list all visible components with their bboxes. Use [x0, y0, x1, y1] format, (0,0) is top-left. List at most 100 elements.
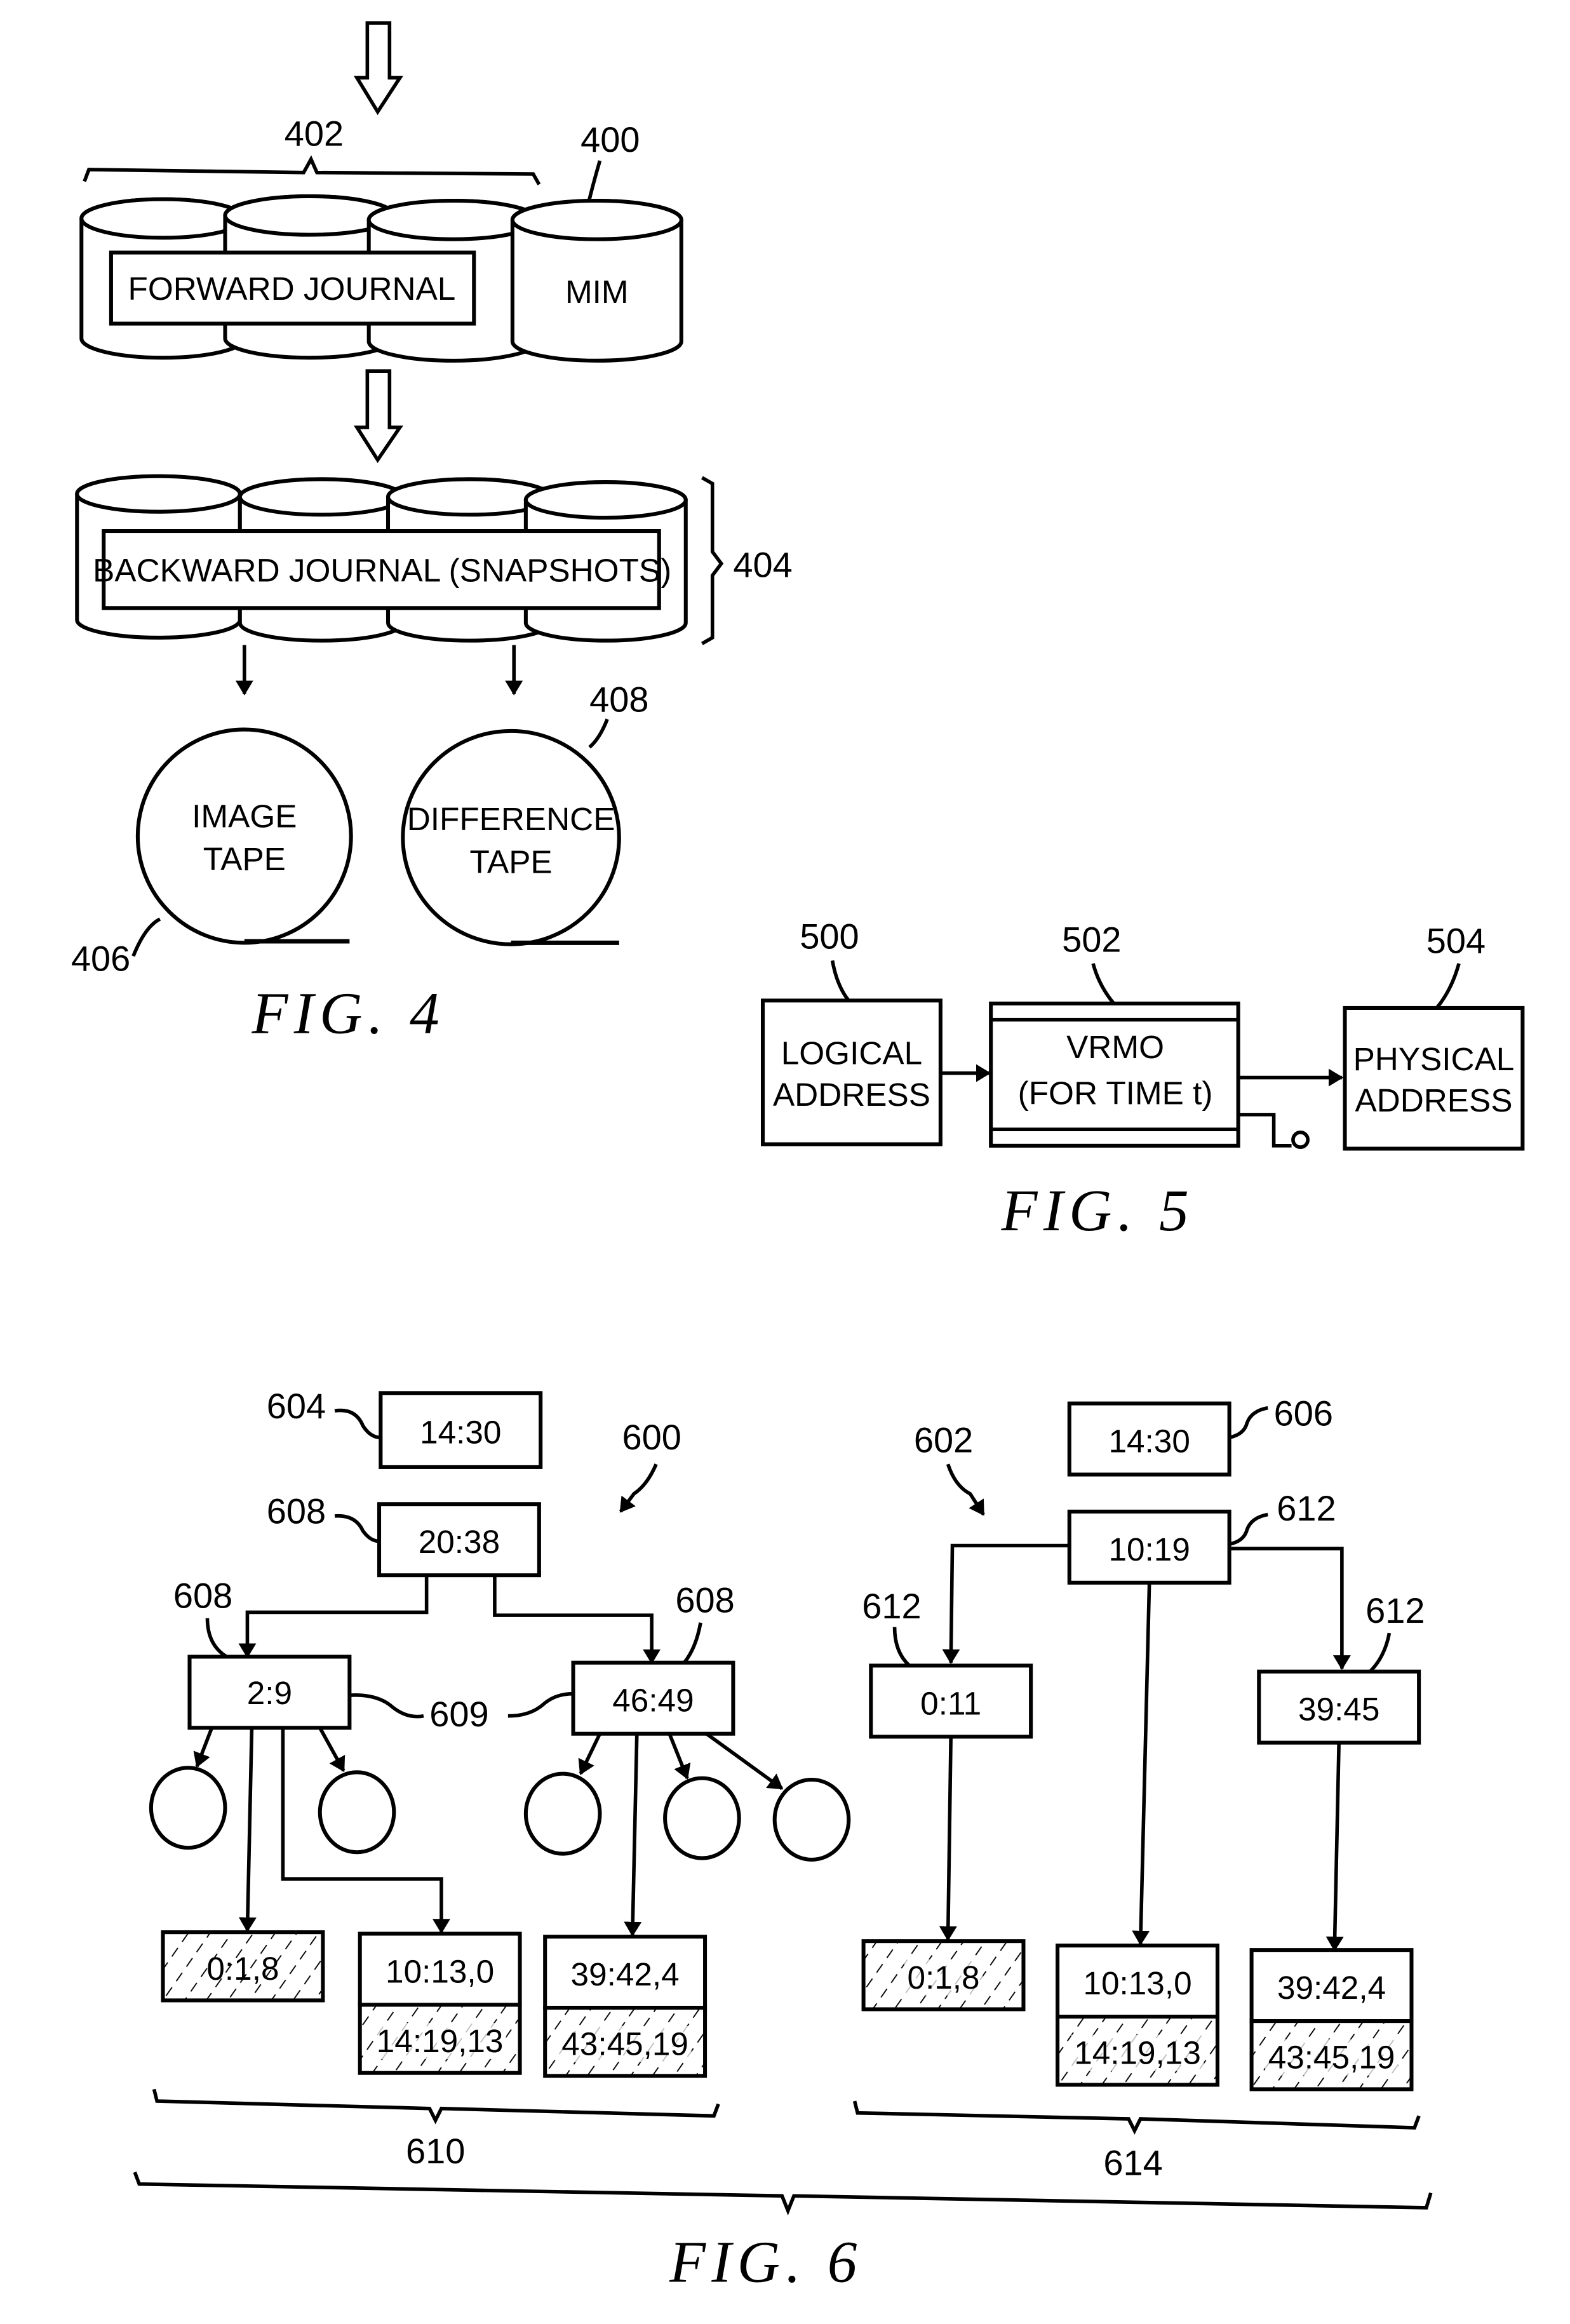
difference-tape: DIFFERENCE TAPE: [401, 729, 621, 946]
leader-406: [131, 917, 161, 957]
leaf-left-3: 39:42,4 43:45,19: [543, 1935, 708, 2078]
leaf-right-1: 0:1,8: [861, 1939, 1026, 2012]
leaf-left-3-bottom: 43:45,19: [561, 2026, 688, 2062]
leaf-left-2: 10:13,0 14:19,13: [358, 1931, 522, 2075]
ref-504: 504: [1426, 921, 1486, 961]
leaf-left-3-top: 39:42,4: [571, 1956, 680, 1992]
pointer-600: [619, 1463, 658, 1513]
leaf-right-2: 10:13,0 14:19,13: [1056, 1944, 1219, 2087]
difference-tape-label-2: TAPE: [469, 844, 552, 880]
ref-604: 604: [267, 1386, 326, 1426]
figure-6-left-tree: 604 14:30 600 608 20:38 608 2:9 608 46:4…: [149, 1386, 851, 2171]
leader-500: [830, 960, 850, 1002]
difference-tape-label-1: DIFFERENCE: [407, 801, 615, 837]
physical-address-line-1: PHYSICAL: [1353, 1041, 1515, 1077]
ref-500: 500: [800, 917, 859, 957]
empty-node: [318, 1770, 396, 1855]
node-0-11-value: 0:11: [920, 1685, 981, 1721]
ref-608-left: 608: [173, 1575, 232, 1615]
image-tape-label-2: TAPE: [203, 841, 286, 877]
leader-502: [1091, 963, 1115, 1005]
time-value-606: 14:30: [1109, 1423, 1190, 1460]
physical-address-line-2: ADDRESS: [1355, 1082, 1512, 1118]
leader-612-root: [1228, 1512, 1268, 1546]
leader-612-left: [892, 1627, 911, 1667]
brace-404: [701, 476, 724, 645]
logical-address-line-2: ADDRESS: [773, 1077, 930, 1113]
ref-606: 606: [1274, 1394, 1333, 1434]
leaf-right-1-value: 0:1,8: [907, 1959, 979, 1996]
empty-node: [523, 1771, 602, 1856]
node-46-49-value: 46:49: [612, 1683, 694, 1719]
ref-614: 614: [1103, 2143, 1162, 2183]
physical-address-box: [1343, 1005, 1525, 1151]
ref-400: 400: [580, 119, 640, 159]
pointer-602: [946, 1463, 985, 1516]
fig5-caption: FIG. 5: [1000, 1178, 1195, 1244]
ref-502: 502: [1062, 919, 1121, 959]
leader-504: [1435, 963, 1461, 1009]
leader-408: [588, 718, 609, 749]
ref-600: 600: [622, 1417, 681, 1457]
empty-node: [149, 1766, 227, 1850]
empty-node: [663, 1776, 741, 1860]
ref-602: 602: [914, 1420, 973, 1460]
vrmo-line-2: (FOR TIME t): [1018, 1075, 1213, 1112]
brace-fig6: [133, 2171, 1433, 2216]
edge-root-to-46-49: [493, 1575, 661, 1665]
logical-address-box: [760, 998, 943, 1146]
image-tape-label-1: IMAGE: [192, 798, 297, 834]
vrmo-line-1: VRMO: [1066, 1029, 1164, 1065]
leader-608-root: [334, 1514, 380, 1543]
logical-address-line-1: LOGICAL: [781, 1035, 922, 1071]
leader-608-left: [205, 1618, 228, 1658]
node-root-602-value: 10:19: [1109, 1531, 1190, 1568]
edge-root-to-2-9: [238, 1575, 429, 1658]
ref-608-right: 608: [675, 1580, 734, 1620]
figure-4: 402 400 MIM FORWARD JOURNAL BACKWARD JOU…: [71, 21, 793, 1047]
figure-5: 500 LOGICAL ADDRESS 502 VRMO (FOR TIME t…: [760, 917, 1525, 1244]
empty-node: [772, 1777, 851, 1862]
ref-404: 404: [733, 544, 792, 584]
leaf-left-2-bottom: 14:19,13: [377, 2023, 504, 2059]
brace-610: [152, 2088, 720, 2125]
leader-608-right: [683, 1622, 702, 1664]
ref-612-root: 612: [1277, 1488, 1336, 1528]
leaf-right-3-bottom: 43:45,19: [1268, 2039, 1395, 2076]
ref-610: 610: [406, 2131, 465, 2171]
terminal-icon: [1291, 1131, 1310, 1149]
leaf-right-2-bottom: 14:19,13: [1074, 2035, 1201, 2071]
leader-609-right: [507, 1691, 574, 1718]
node-39-45-value: 39:45: [1298, 1691, 1379, 1728]
brace-614: [852, 2100, 1421, 2135]
leaf-right-3-top: 39:42,4: [1277, 1970, 1386, 2006]
ref-402: 402: [285, 114, 344, 154]
ref-406: 406: [71, 939, 130, 979]
leaf-right-3: 39:42,4 43:45,19: [1249, 1948, 1414, 2092]
edge-10-19-to-leaf-2: [1132, 1582, 1151, 1946]
edge-39-45-to-leaf-3: [1325, 1742, 1344, 1952]
edge-2-9-to-leaf-1: [238, 1728, 257, 1933]
leaf-left-1-value: 0:1,8: [206, 1951, 279, 1987]
fig6-caption: FIG. 6: [669, 2230, 863, 2295]
figure-6-right-tree: 14:30 606 602 10:19 612 612 0:11 612 39:…: [852, 1394, 1425, 2183]
leaf-left-1: 0:1,8: [161, 1930, 325, 2003]
leader-606: [1228, 1406, 1268, 1440]
leader-612-right: [1369, 1632, 1392, 1673]
ref-609: 609: [429, 1694, 488, 1734]
ref-612-left: 612: [862, 1586, 921, 1626]
mim-label: MIM: [565, 274, 629, 310]
ref-408: 408: [589, 680, 648, 720]
ref-612-right: 612: [1365, 1590, 1425, 1630]
vrmo-tap-line: [1238, 1113, 1292, 1148]
leader-609-left: [349, 1693, 424, 1719]
edge-10-19-to-39-45: [1229, 1547, 1351, 1670]
forward-journal-label: FORWARD JOURNAL: [128, 271, 455, 307]
edge-46-49-to-leaf-3: [624, 1733, 642, 1937]
node-root-600-value: 20:38: [419, 1524, 500, 1560]
backward-journal-label: BACKWARD JOURNAL (SNAPSHOTS): [93, 552, 671, 588]
leaf-right-2-top: 10:13,0: [1083, 1965, 1191, 2001]
edge-10-19-to-0-11: [942, 1543, 1070, 1665]
input-arrow-icon: [354, 21, 403, 116]
node-2-9-value: 2:9: [247, 1675, 292, 1711]
